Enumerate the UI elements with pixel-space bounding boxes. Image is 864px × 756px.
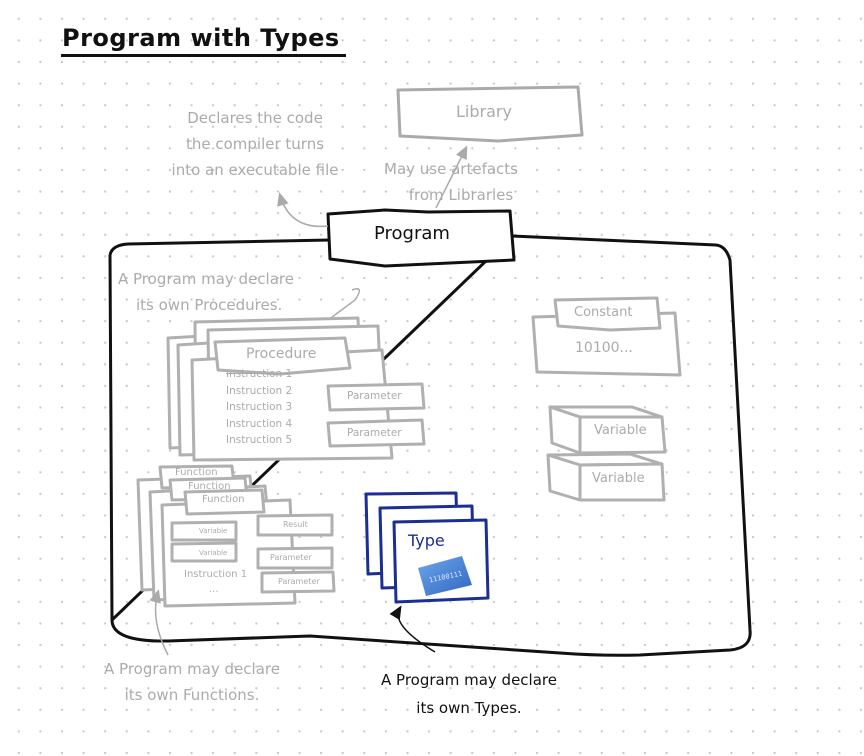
program-label: Program <box>374 223 450 244</box>
functions-note: A Program may declare its own Functions. <box>104 660 280 704</box>
procedure-parameter-1: Parameter <box>347 390 402 402</box>
arrow-program-to-desc <box>277 192 329 228</box>
constant-value: 10100... <box>575 340 633 356</box>
function-result: Result <box>283 520 308 529</box>
procedure-label: Procedure <box>246 346 317 362</box>
function-variable-1: Variable <box>199 527 228 535</box>
constant-label: Constant <box>574 305 633 320</box>
function-parameter-2: Parameter <box>278 577 320 586</box>
function-ellipsis: ... <box>209 584 219 595</box>
function-label-2: Function <box>188 481 231 492</box>
function-label-1: Function <box>175 467 218 478</box>
diagram-canvas: 11100111 <box>108 85 752 657</box>
program-desc-note: Declares the code the compiler turns int… <box>171 109 339 179</box>
procedure-parameter-2: Parameter <box>347 427 402 439</box>
procedures-note: A Program may declare its own Procedures… <box>118 270 294 314</box>
function-parameter-1: Parameter <box>270 553 312 562</box>
library-label: Library <box>456 102 512 121</box>
procedure-instructions: Instruction 1 Instruction 2 Instruction … <box>226 368 293 463</box>
function-label-3: Function <box>202 494 245 505</box>
library-use-note: May use artefacts from Libraries <box>384 160 518 204</box>
variable-label-2: Variable <box>592 471 645 486</box>
types-note: A Program may declare its own Types. <box>381 671 557 717</box>
function-variable-2: Variable <box>199 549 228 557</box>
type-label: Type <box>408 531 445 550</box>
variable-boxes[interactable] <box>546 405 667 502</box>
variable-label-1: Variable <box>594 423 647 438</box>
function-instruction: Instruction 1 <box>184 569 248 580</box>
